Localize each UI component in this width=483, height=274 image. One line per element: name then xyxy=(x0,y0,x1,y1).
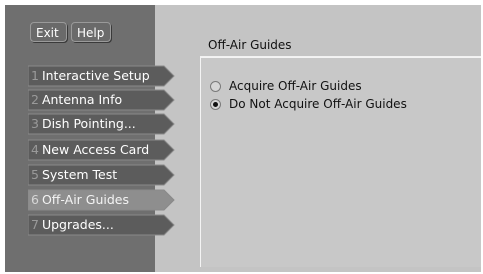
menu-item-label: Interactive Setup xyxy=(41,68,150,83)
menu-item-number: 4 xyxy=(31,142,39,157)
menu-item-label: Dish Pointing... xyxy=(41,116,136,131)
radio-button[interactable] xyxy=(210,80,221,92)
panel-title: Off-Air Guides xyxy=(208,38,292,52)
menu-item-new-access-card[interactable]: 4 New Access Card xyxy=(28,139,176,161)
menu-item-label: New Access Card xyxy=(41,142,150,157)
menu-item-number: 6 xyxy=(31,192,39,207)
menu-item-upgrades[interactable]: 7 Upgrades... xyxy=(28,214,176,236)
menu-item-system-test[interactable]: 5 System Test xyxy=(28,164,176,186)
menu-item-label: Upgrades... xyxy=(41,217,114,232)
menu-item-number: 5 xyxy=(31,167,39,182)
menu-item-label: Off-Air Guides xyxy=(41,192,129,207)
menu-item-number: 1 xyxy=(31,68,39,83)
menu-item-interactive-setup[interactable]: 1 Interactive Setup xyxy=(28,65,176,87)
setup-screen: Exit Help 1 Interactive Setup 2 Antenna In… xyxy=(0,0,483,274)
help-button[interactable]: Help xyxy=(71,22,111,42)
menu-item-dish-pointing[interactable]: 3 Dish Pointing... xyxy=(28,113,176,135)
menu-item-label: Antenna Info xyxy=(41,92,123,107)
menu-item-number: 3 xyxy=(31,116,39,131)
radio-button[interactable] xyxy=(210,98,221,110)
do-not-acquire-guides-option[interactable]: Do Not Acquire Off-Air Guides xyxy=(210,96,407,112)
radio-label: Do Not Acquire Off-Air Guides xyxy=(229,97,407,111)
menu-item-off-air-guides[interactable]: 6 Off-Air Guides xyxy=(28,189,176,211)
menu-item-number: 7 xyxy=(31,217,39,232)
menu-item-number: 2 xyxy=(31,92,39,107)
menu-item-label: System Test xyxy=(41,167,118,182)
exit-button[interactable]: Exit xyxy=(30,22,67,42)
menu-item-antenna-info[interactable]: 2 Antenna Info xyxy=(28,89,176,111)
radio-label: Acquire Off-Air Guides xyxy=(229,79,362,93)
acquire-guides-option[interactable]: Acquire Off-Air Guides xyxy=(210,78,362,94)
